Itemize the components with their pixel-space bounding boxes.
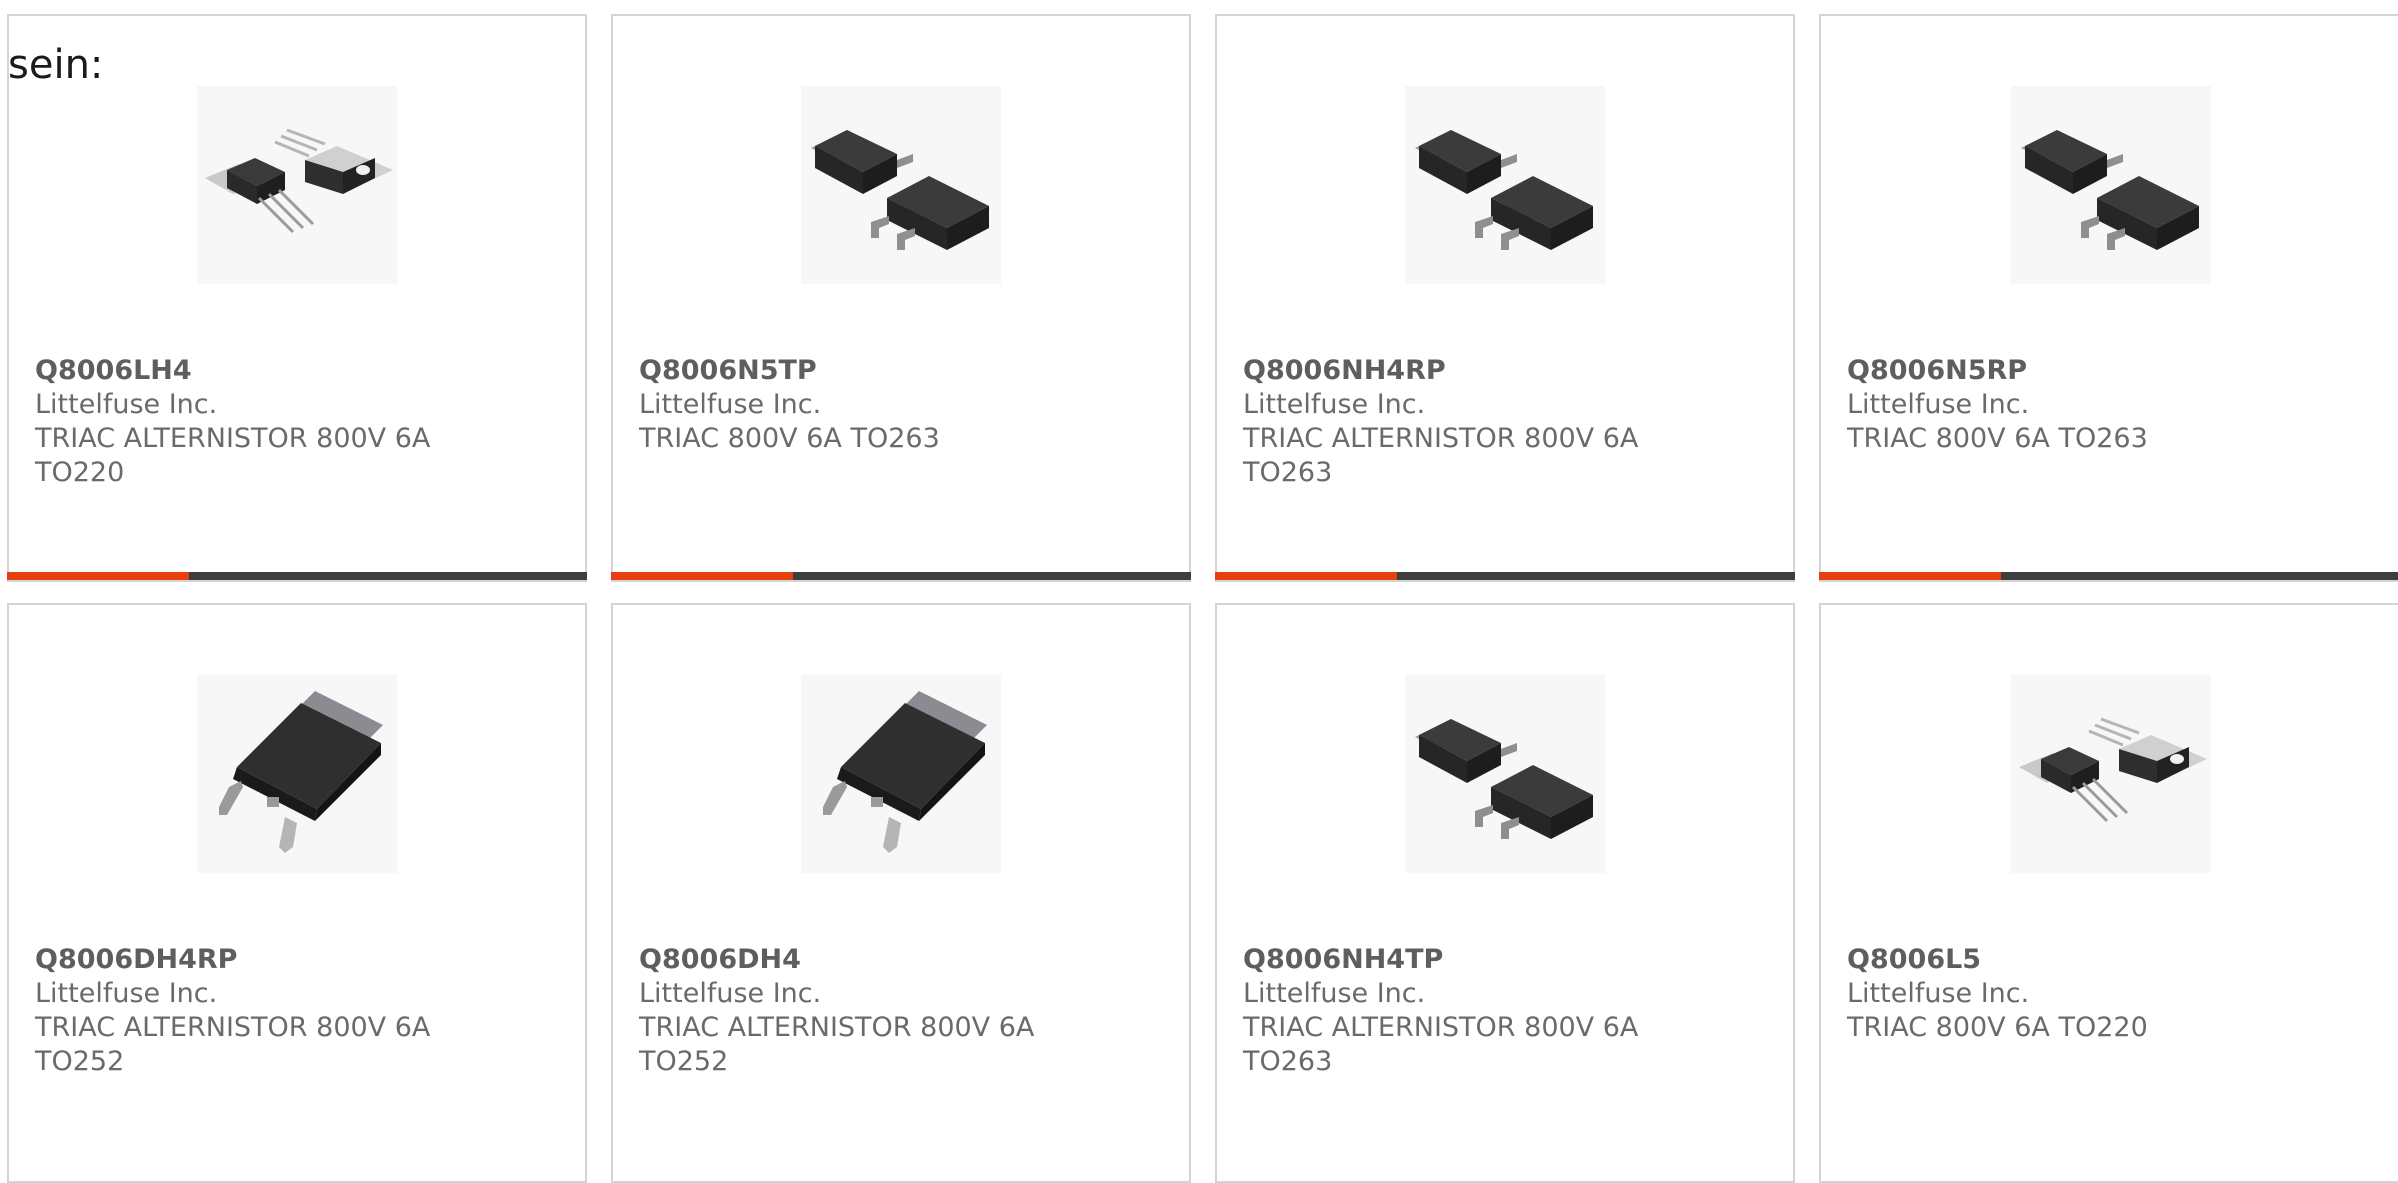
product-info: Q8006NH4TP Littelfuse Inc. TRIAC ALTERNI… (1243, 943, 1773, 1079)
description-label: TRIAC ALTERNISTOR 800V 6A TO252 (35, 1012, 431, 1077)
description-label: TRIAC ALTERNISTOR 800V 6A TO252 (639, 1012, 1035, 1077)
part-number-link[interactable]: Q8006N5RP (1847, 354, 2397, 388)
part-number-link[interactable]: Q8006N5TP (639, 354, 1169, 388)
part-number-link[interactable]: Q8006L5 (1847, 943, 2397, 977)
description-label: TRIAC 800V 6A TO263 (639, 423, 940, 454)
to263-package-icon[interactable] (801, 86, 1001, 284)
product-card[interactable]: Q8006LH4 Littelfuse Inc. TRIAC ALTERNIST… (7, 14, 587, 582)
product-card[interactable]: Q8006DH4RP Littelfuse Inc. TRIAC ALTERNI… (7, 603, 587, 1183)
manufacturer-label: Littelfuse Inc. (1243, 978, 1426, 1009)
manufacturer-label: Littelfuse Inc. (1243, 389, 1426, 420)
product-info: Q8006NH4RP Littelfuse Inc. TRIAC ALTERNI… (1243, 354, 1773, 490)
description-label: TRIAC ALTERNISTOR 800V 6A TO263 (1243, 423, 1639, 488)
to252-package-icon[interactable] (197, 675, 397, 873)
manufacturer-label: Littelfuse Inc. (639, 978, 822, 1009)
hover-progress-bar (1215, 572, 1795, 580)
manufacturer-label: Littelfuse Inc. (1847, 978, 2030, 1009)
product-card[interactable]: Q8006L5 Littelfuse Inc. TRIAC 800V 6A TO… (1819, 603, 2398, 1183)
part-number-link[interactable]: Q8006NH4TP (1243, 943, 1773, 977)
to263-package-icon[interactable] (2011, 86, 2211, 284)
to220-package-icon[interactable] (197, 86, 397, 284)
intro-text: sein: (8, 42, 104, 88)
product-grid: Q8006LH4 Littelfuse Inc. TRIAC ALTERNIST… (0, 0, 2398, 1183)
manufacturer-label: Littelfuse Inc. (35, 389, 218, 420)
to263-package-icon[interactable] (1405, 675, 1605, 873)
manufacturer-label: Littelfuse Inc. (639, 389, 822, 420)
manufacturer-label: Littelfuse Inc. (35, 978, 218, 1009)
part-number-link[interactable]: Q8006DH4 (639, 943, 1169, 977)
product-card[interactable]: Q8006N5RP Littelfuse Inc. TRIAC 800V 6A … (1819, 14, 2398, 582)
description-label: TRIAC ALTERNISTOR 800V 6A TO220 (35, 423, 431, 488)
hover-progress-bar (1819, 572, 2398, 580)
part-number-link[interactable]: Q8006DH4RP (35, 943, 565, 977)
hover-progress-fill (7, 572, 189, 580)
product-card[interactable]: Q8006NH4TP Littelfuse Inc. TRIAC ALTERNI… (1215, 603, 1795, 1183)
hover-progress-fill (1819, 572, 2001, 580)
hover-progress-bar (611, 572, 1191, 580)
product-card[interactable]: Q8006NH4RP Littelfuse Inc. TRIAC ALTERNI… (1215, 14, 1795, 582)
to263-package-icon[interactable] (1405, 86, 1605, 284)
hover-progress-bar (7, 572, 587, 580)
to252-package-icon[interactable] (801, 675, 1001, 873)
to220-package-icon[interactable] (2011, 675, 2211, 873)
product-info: Q8006N5RP Littelfuse Inc. TRIAC 800V 6A … (1847, 354, 2397, 456)
product-info: Q8006N5TP Littelfuse Inc. TRIAC 800V 6A … (639, 354, 1169, 456)
hover-progress-fill (611, 572, 793, 580)
hover-progress-fill (1215, 572, 1397, 580)
part-number-link[interactable]: Q8006LH4 (35, 354, 565, 388)
product-info: Q8006DH4RP Littelfuse Inc. TRIAC ALTERNI… (35, 943, 565, 1079)
manufacturer-label: Littelfuse Inc. (1847, 389, 2030, 420)
product-info: Q8006L5 Littelfuse Inc. TRIAC 800V 6A TO… (1847, 943, 2397, 1045)
part-number-link[interactable]: Q8006NH4RP (1243, 354, 1773, 388)
description-label: TRIAC ALTERNISTOR 800V 6A TO263 (1243, 1012, 1639, 1077)
description-label: TRIAC 800V 6A TO220 (1847, 1012, 2148, 1043)
product-card[interactable]: Q8006DH4 Littelfuse Inc. TRIAC ALTERNIST… (611, 603, 1191, 1183)
description-label: TRIAC 800V 6A TO263 (1847, 423, 2148, 454)
product-info: Q8006LH4 Littelfuse Inc. TRIAC ALTERNIST… (35, 354, 565, 490)
product-card[interactable]: Q8006N5TP Littelfuse Inc. TRIAC 800V 6A … (611, 14, 1191, 582)
product-info: Q8006DH4 Littelfuse Inc. TRIAC ALTERNIST… (639, 943, 1169, 1079)
